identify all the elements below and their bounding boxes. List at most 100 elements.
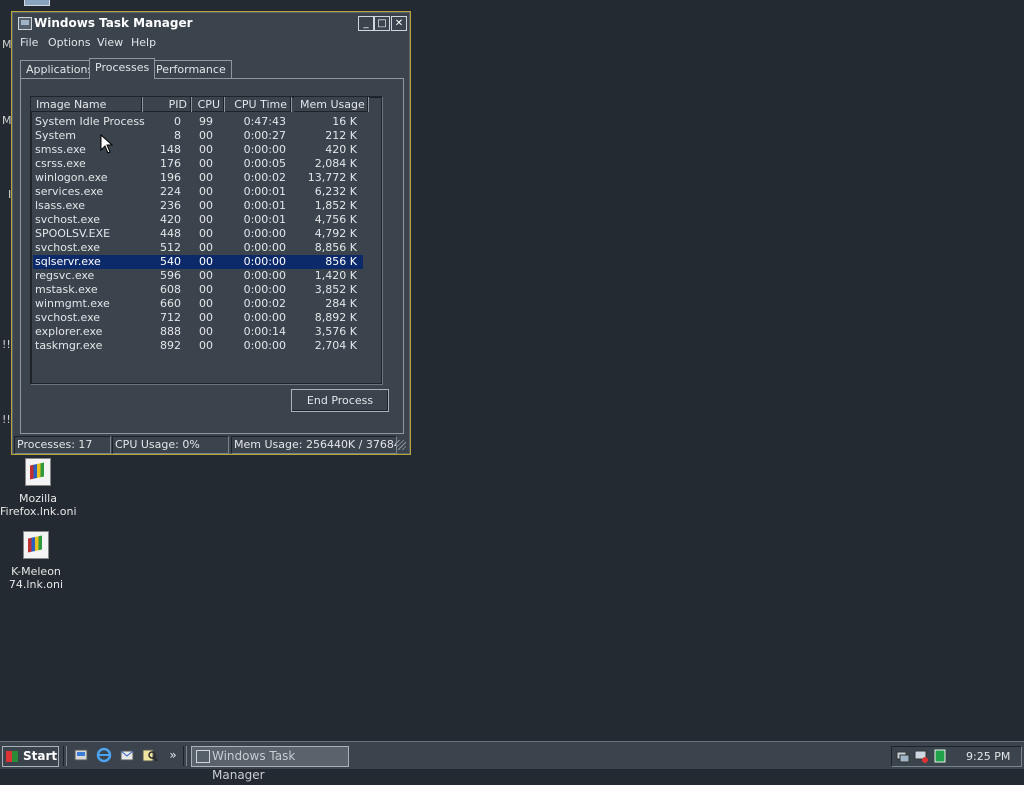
process-pid: 236 — [160, 199, 181, 212]
table-row[interactable]: System 8 00 0:00:27 212 K — [33, 129, 363, 143]
firefox-shortcut-icon — [25, 458, 51, 486]
outlook-express-icon[interactable] — [119, 747, 135, 763]
process-cpu-time: 0:00:14 — [243, 325, 286, 338]
column-header-cpu[interactable]: CPU — [192, 97, 225, 112]
process-mem-usage: 8,856 K — [314, 241, 357, 254]
process-mem-usage: 212 K — [325, 129, 357, 142]
process-pid: 224 — [160, 185, 181, 198]
taskbar-clock: 9:25 PM — [966, 750, 1011, 763]
desktop-shortcut-firefox[interactable]: Mozilla Firefox.lnk.oni — [0, 458, 77, 518]
table-row[interactable]: winmgmt.exe 660 00 0:00:02 284 K — [33, 297, 363, 311]
process-pid: 888 — [160, 325, 181, 338]
process-mem-usage: 420 K — [325, 143, 357, 156]
table-row[interactable]: SPOOLSV.EXE 448 00 0:00:00 4,792 K — [33, 227, 363, 241]
table-row[interactable]: svchost.exe 420 00 0:00:01 4,756 K — [33, 213, 363, 227]
desktop-shortcut-kmeleon[interactable]: K-Meleon 74.lnk.oni — [0, 531, 74, 591]
status-green-icon[interactable] — [933, 749, 947, 763]
process-cpu-time: 0:00:00 — [243, 269, 286, 282]
taskbar-separator — [183, 746, 187, 766]
process-mem-usage: 2,084 K — [314, 157, 357, 170]
process-cpu: 00 — [199, 185, 213, 198]
taskbar-button-label: Windows Task Manager — [212, 749, 296, 782]
network-icon[interactable] — [896, 749, 910, 763]
column-header-image-name[interactable]: Image Name — [31, 97, 143, 112]
process-cpu-time: 0:00:00 — [243, 227, 286, 240]
process-mem-usage: 13,772 K — [307, 171, 357, 184]
process-cpu-time: 0:00:00 — [243, 283, 286, 296]
process-cpu: 00 — [199, 157, 213, 170]
process-pid: 420 — [160, 213, 181, 226]
show-desktop-icon[interactable] — [73, 747, 89, 763]
process-pid: 8 — [174, 129, 181, 142]
resize-grip[interactable] — [396, 440, 406, 450]
table-row[interactable]: taskmgr.exe 892 00 0:00:00 2,704 K — [33, 339, 363, 353]
minimize-button[interactable]: _ — [358, 16, 374, 31]
menu-help[interactable]: Help — [131, 36, 156, 49]
process-mem-usage: 16 K — [332, 115, 357, 128]
title-bar[interactable]: Windows Task Manager _ □ ✕ — [14, 14, 408, 33]
status-cpu-usage: CPU Usage: 0% — [112, 436, 229, 454]
process-pid: 176 — [160, 157, 181, 170]
table-row[interactable]: mstask.exe 608 00 0:00:00 3,852 K — [33, 283, 363, 297]
display-icon[interactable] — [914, 749, 928, 763]
quick-launch-overflow[interactable]: » — [165, 747, 181, 763]
table-row[interactable]: svchost.exe 712 00 0:00:00 8,892 K — [33, 311, 363, 325]
task-manager-window: Windows Task Manager _ □ ✕ File Options … — [11, 11, 411, 455]
process-cpu: 00 — [199, 325, 213, 338]
tab-applications[interactable]: Applications — [20, 60, 100, 78]
maximize-button[interactable]: □ — [374, 16, 390, 31]
end-process-button[interactable]: End Process — [291, 389, 389, 412]
system-tray: 9:25 PM — [891, 746, 1022, 767]
process-cpu-time: 0:00:01 — [243, 199, 286, 212]
process-cpu-time: 0:00:00 — [243, 241, 286, 254]
table-row[interactable]: regsvc.exe 596 00 0:00:00 1,420 K — [33, 269, 363, 283]
process-cpu: 00 — [199, 269, 213, 282]
process-cpu: 00 — [199, 283, 213, 296]
table-row[interactable]: csrss.exe 176 00 0:00:05 2,084 K — [33, 157, 363, 171]
process-cpu: 00 — [199, 171, 213, 184]
process-name: taskmgr.exe — [35, 339, 103, 352]
menu-options[interactable]: Options — [48, 36, 90, 49]
start-button[interactable]: Start — [2, 746, 59, 767]
table-row[interactable]: explorer.exe 888 00 0:00:14 3,576 K — [33, 325, 363, 339]
taskbar-button-task-manager[interactable]: Windows Task Manager — [191, 746, 349, 782]
process-list[interactable]: Image Name PID CPU CPU Time Mem Usage Sy… — [30, 96, 382, 384]
table-row[interactable]: smss.exe 148 00 0:00:00 420 K — [33, 143, 363, 157]
menu-file[interactable]: File — [20, 36, 38, 49]
menu-view[interactable]: View — [97, 36, 123, 49]
process-mem-usage: 3,852 K — [314, 283, 357, 296]
table-row[interactable]: sqlservr.exe 540 00 0:00:00 856 K — [33, 255, 363, 269]
process-cpu-time: 0:00:02 — [243, 171, 286, 184]
tab-performance[interactable]: Performance — [150, 60, 232, 78]
process-pid: 892 — [160, 339, 181, 352]
tab-processes[interactable]: Processes — [89, 58, 156, 79]
process-name: mstask.exe — [35, 283, 98, 296]
process-name: svchost.exe — [35, 241, 101, 254]
table-row[interactable]: services.exe 224 00 0:00:01 6,232 K — [33, 185, 363, 199]
process-cpu-time: 0:00:00 — [243, 255, 286, 268]
shortcut-label: K-Meleon — [11, 565, 61, 578]
column-header-mem-usage[interactable]: Mem Usage — [294, 97, 369, 112]
table-row[interactable]: lsass.exe 236 00 0:00:01 1,852 K — [33, 199, 363, 213]
table-row[interactable]: System Idle Process 0 99 0:47:43 16 K — [33, 115, 363, 129]
column-header-pid[interactable]: PID — [143, 97, 192, 112]
process-pid: 608 — [160, 283, 181, 296]
search-icon[interactable] — [142, 747, 158, 763]
task-manager-icon — [196, 750, 210, 763]
process-mem-usage: 8,892 K — [314, 311, 357, 324]
kmeleon-shortcut-icon — [23, 531, 49, 559]
table-row[interactable]: svchost.exe 512 00 0:00:00 8,856 K — [33, 241, 363, 255]
internet-explorer-icon[interactable] — [96, 747, 112, 763]
process-cpu-time: 0:47:43 — [243, 115, 286, 128]
table-row[interactable]: winlogon.exe 196 00 0:00:02 13,772 K — [33, 171, 363, 185]
process-mem-usage: 4,792 K — [314, 227, 357, 240]
process-mem-usage: 284 K — [325, 297, 357, 310]
process-name: csrss.exe — [35, 157, 86, 170]
process-pid: 512 — [160, 241, 181, 254]
close-button[interactable]: ✕ — [391, 16, 407, 31]
desktop-icon-partial[interactable] — [24, 0, 50, 6]
column-header-cpu-time[interactable]: CPU Time — [225, 97, 292, 112]
process-name: smss.exe — [35, 143, 86, 156]
process-mem-usage: 6,232 K — [314, 185, 357, 198]
task-manager-icon — [18, 17, 32, 30]
